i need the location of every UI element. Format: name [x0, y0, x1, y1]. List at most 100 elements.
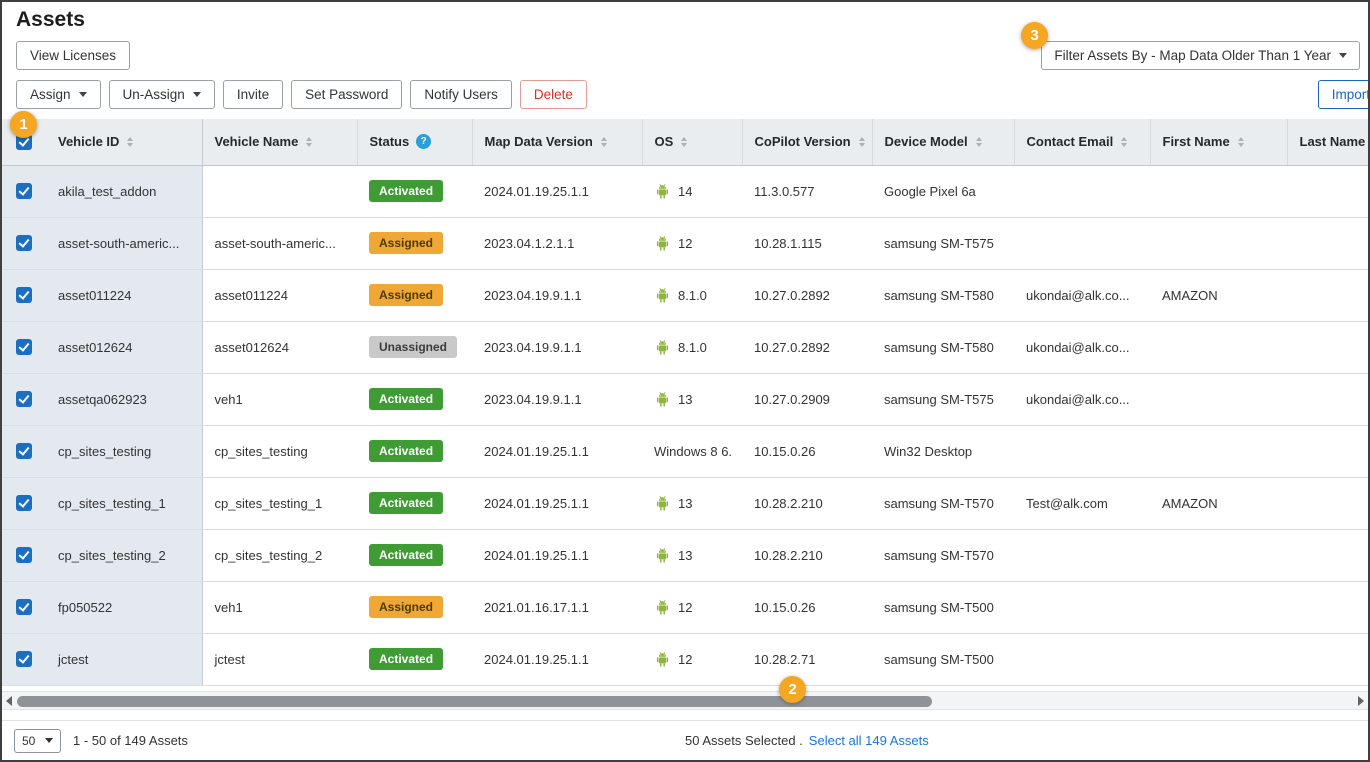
android-icon [654, 235, 671, 252]
col-contact-email[interactable]: Contact Email [1014, 119, 1150, 165]
range-label: 1 - 50 of 149 Assets [73, 733, 188, 748]
cell-device-model: samsung SM-T570 [872, 477, 1014, 529]
cell-first-name [1150, 581, 1287, 633]
cell-copilot-version: 10.27.0.2909 [742, 373, 872, 425]
row-checkbox[interactable] [16, 495, 32, 511]
row-select-cell [2, 217, 46, 269]
cell-vehicle-name: veh1 [202, 581, 357, 633]
page-size-select[interactable]: 50 [14, 729, 61, 753]
cell-os: 13 [642, 373, 742, 425]
cell-status: Activated [357, 477, 472, 529]
cell-status: Assigned [357, 217, 472, 269]
status-badge: Unassigned [369, 336, 457, 358]
chevron-down-icon [193, 92, 201, 97]
row-checkbox[interactable] [16, 547, 32, 563]
cell-last-name [1287, 373, 1368, 425]
row-checkbox[interactable] [16, 651, 32, 667]
cell-status: Activated [357, 165, 472, 217]
status-badge: Activated [369, 492, 443, 514]
scroll-right-arrow-icon[interactable] [1358, 696, 1364, 706]
top-toolbar: View Licenses Filter Assets By - Map Dat… [2, 32, 1368, 74]
cell-last-name [1287, 425, 1368, 477]
cell-vehicle-name: jctest [202, 633, 357, 685]
col-map-data-version[interactable]: Map Data Version [472, 119, 642, 165]
help-icon[interactable]: ? [416, 134, 431, 149]
assign-label: Assign [30, 87, 71, 102]
cell-copilot-version: 10.15.0.26 [742, 581, 872, 633]
cell-device-model: Win32 Desktop [872, 425, 1014, 477]
unassign-button[interactable]: Un-Assign [109, 80, 215, 109]
cell-map-data-version: 2024.01.19.25.1.1 [472, 165, 642, 217]
col-label: Vehicle ID [58, 134, 119, 149]
table-row: asset-south-americ... asset-south-americ… [2, 217, 1368, 269]
set-password-button[interactable]: Set Password [291, 80, 402, 109]
row-checkbox[interactable] [16, 599, 32, 615]
cell-copilot-version: 10.27.0.2892 [742, 321, 872, 373]
col-vehicle-name[interactable]: Vehicle Name [202, 119, 357, 165]
callout-step-3: 3 [1021, 22, 1048, 49]
view-licenses-button[interactable]: View Licenses [16, 41, 130, 70]
row-checkbox[interactable] [16, 391, 32, 407]
cell-vehicle-id: fp050522 [46, 581, 202, 633]
cell-map-data-version: 2024.01.19.25.1.1 [472, 633, 642, 685]
os-version: 14 [678, 184, 692, 199]
os-version: 13 [678, 392, 692, 407]
col-vehicle-id[interactable]: Vehicle ID [46, 119, 202, 165]
cell-map-data-version: 2023.04.19.9.1.1 [472, 269, 642, 321]
row-checkbox[interactable] [16, 339, 32, 355]
table-header-row: Vehicle ID Vehicle Name Status? Map Data… [2, 119, 1368, 165]
row-select-cell [2, 425, 46, 477]
cell-last-name [1287, 477, 1368, 529]
row-select-cell [2, 633, 46, 685]
sort-icon [601, 137, 607, 147]
col-last-name[interactable]: Last Name [1287, 119, 1368, 165]
cell-device-model: samsung SM-T575 [872, 373, 1014, 425]
col-first-name[interactable]: First Name [1150, 119, 1287, 165]
cell-first-name: AMAZON [1150, 477, 1287, 529]
filter-assets-button[interactable]: Filter Assets By - Map Data Older Than 1… [1041, 41, 1360, 70]
horizontal-scrollbar[interactable] [2, 691, 1368, 710]
cell-copilot-version: 10.28.1.115 [742, 217, 872, 269]
scroll-left-arrow-icon[interactable] [6, 696, 12, 706]
select-all-link[interactable]: Select all 149 Assets [809, 733, 929, 748]
cell-contact-email [1014, 165, 1150, 217]
import-button[interactable]: Import [1318, 80, 1368, 109]
chevron-down-icon [79, 92, 87, 97]
cell-device-model: samsung SM-T570 [872, 529, 1014, 581]
cell-status: Assigned [357, 581, 472, 633]
row-checkbox[interactable] [16, 235, 32, 251]
status-badge: Activated [369, 388, 443, 410]
invite-button[interactable]: Invite [223, 80, 283, 109]
col-os[interactable]: OS [642, 119, 742, 165]
cell-contact-email [1014, 529, 1150, 581]
col-label: OS [655, 134, 674, 149]
cell-device-model: samsung SM-T575 [872, 217, 1014, 269]
cell-vehicle-name: veh1 [202, 373, 357, 425]
sort-icon [306, 137, 312, 147]
status-badge: Activated [369, 544, 443, 566]
col-copilot-version[interactable]: CoPilot Version [742, 119, 872, 165]
status-badge: Activated [369, 648, 443, 670]
chevron-down-icon [1339, 53, 1347, 58]
os-version: 12 [678, 652, 692, 667]
col-status[interactable]: Status? [357, 119, 472, 165]
row-checkbox[interactable] [16, 287, 32, 303]
cell-copilot-version: 10.28.2.210 [742, 477, 872, 529]
cell-map-data-version: 2024.01.19.25.1.1 [472, 529, 642, 581]
row-checkbox[interactable] [16, 443, 32, 459]
page-size-value: 50 [22, 734, 35, 748]
os-version: Windows 8 6. [654, 444, 732, 459]
cell-device-model: samsung SM-T580 [872, 269, 1014, 321]
assign-button[interactable]: Assign [16, 80, 101, 109]
cell-map-data-version: 2021.01.16.17.1.1 [472, 581, 642, 633]
cell-os: 14 [642, 165, 742, 217]
col-device-model[interactable]: Device Model [872, 119, 1014, 165]
cell-status: Activated [357, 373, 472, 425]
notify-users-button[interactable]: Notify Users [410, 80, 512, 109]
cell-os: 12 [642, 581, 742, 633]
sort-icon [859, 137, 865, 147]
table-row: asset011224 asset011224 Assigned 2023.04… [2, 269, 1368, 321]
delete-button[interactable]: Delete [520, 80, 587, 109]
table-row: cp_sites_testing cp_sites_testing Activa… [2, 425, 1368, 477]
row-checkbox[interactable] [16, 183, 32, 199]
